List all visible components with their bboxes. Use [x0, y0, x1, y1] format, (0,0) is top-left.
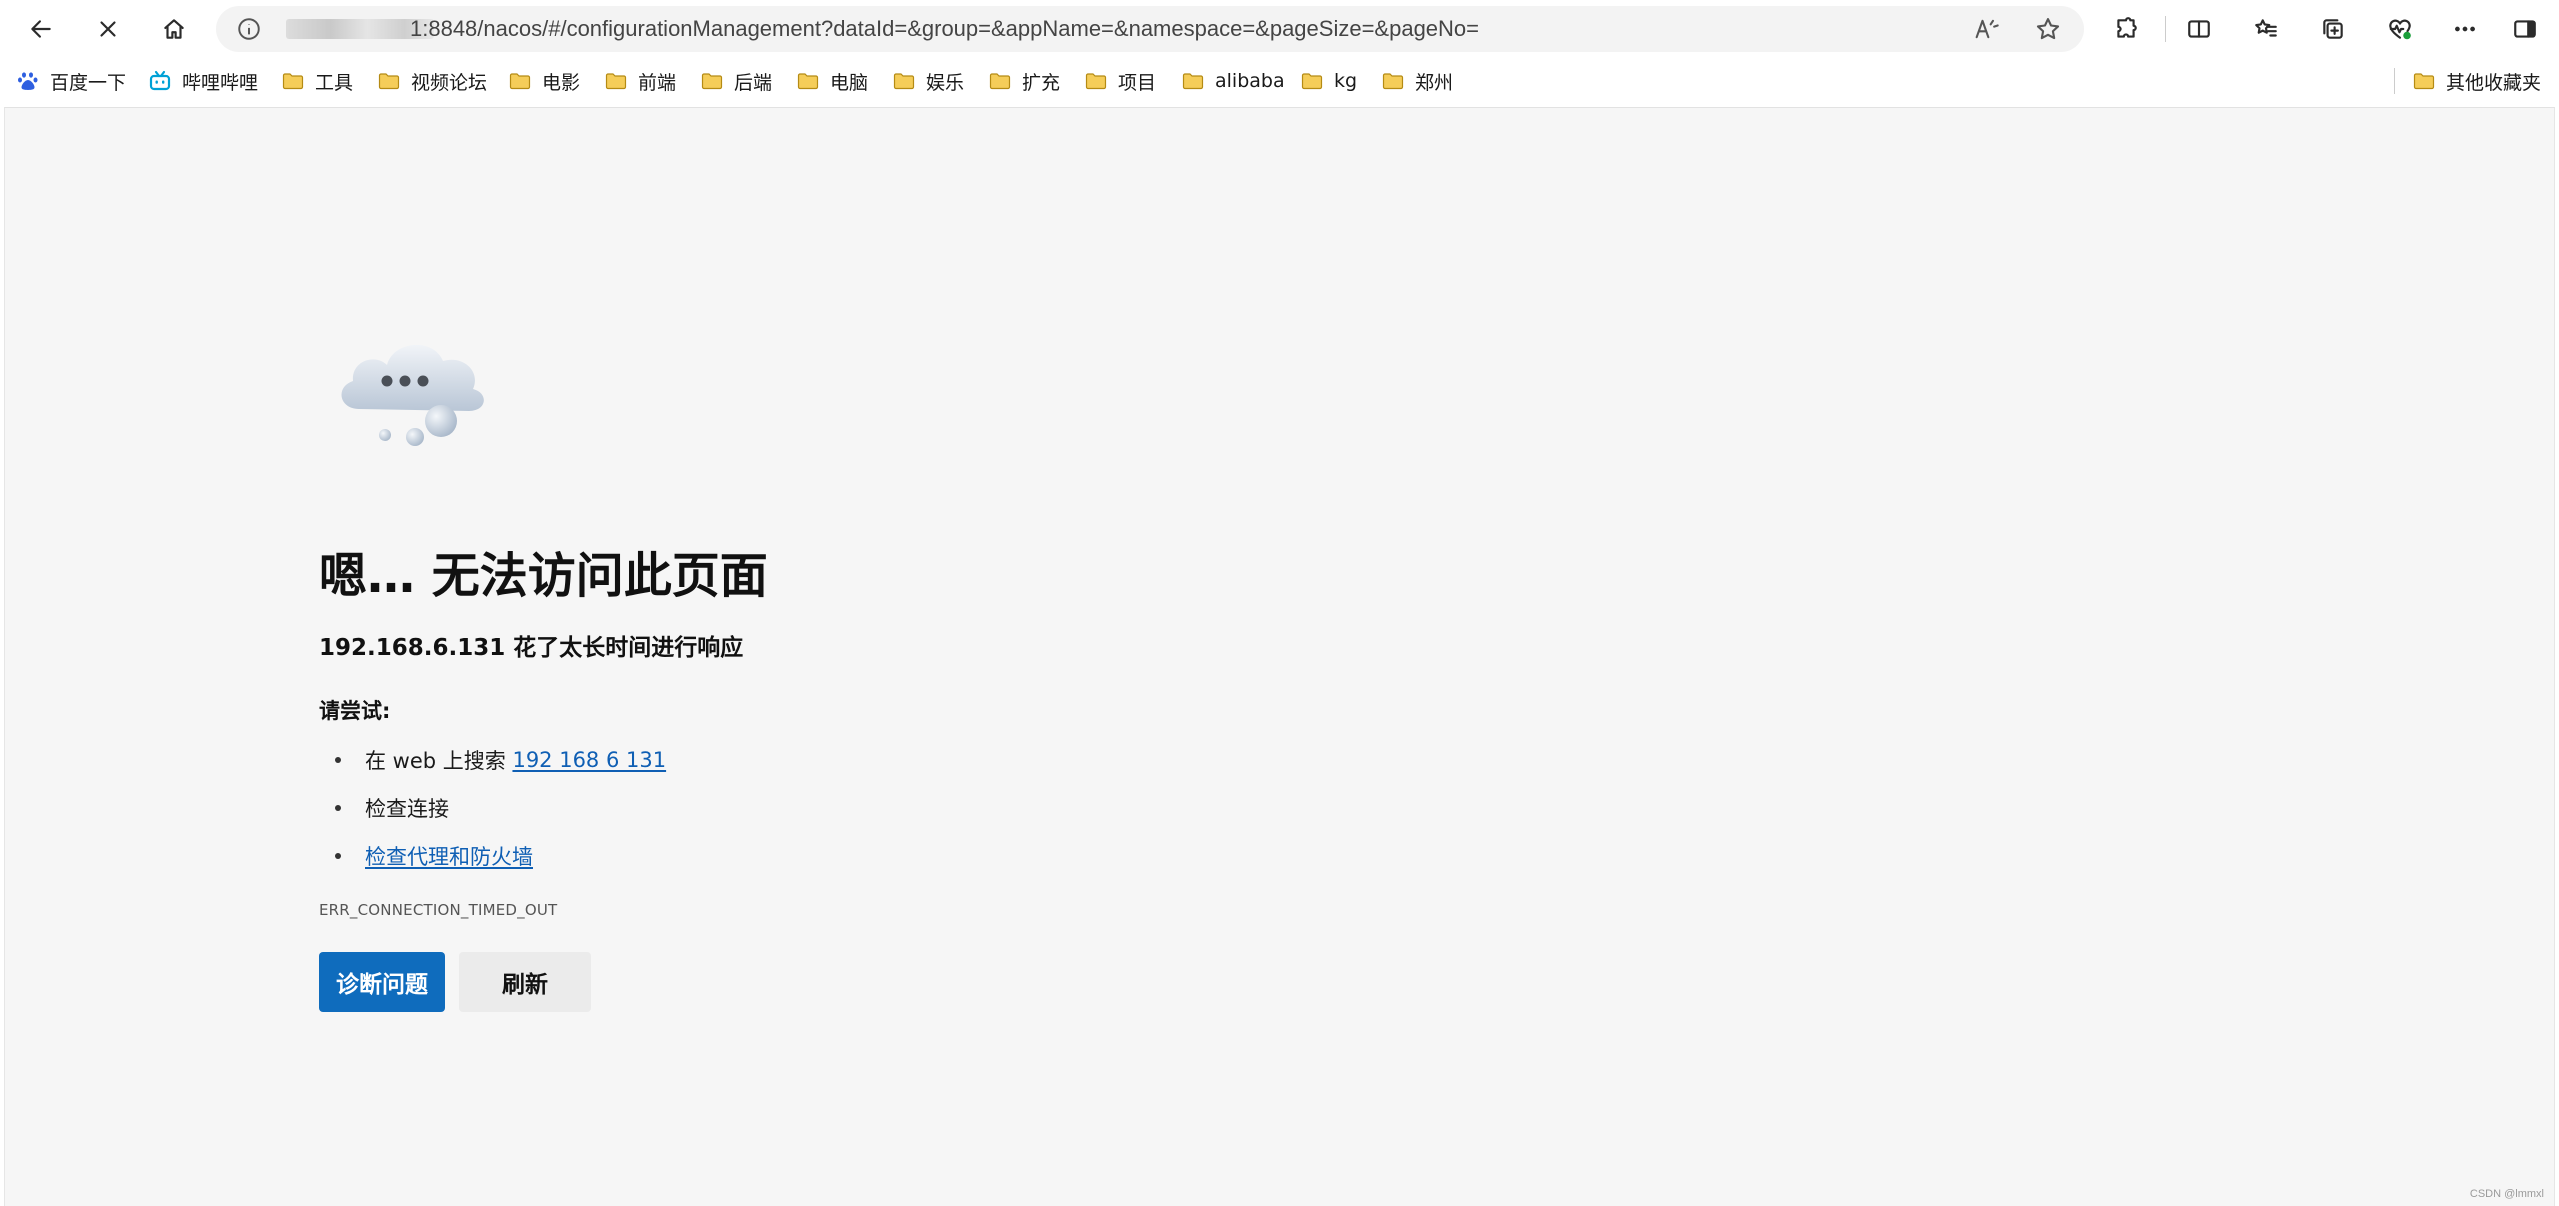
split-screen-icon [2188, 20, 2210, 38]
bookmarks-divider [2394, 68, 2395, 94]
bookmark-label: 前端 [638, 71, 677, 94]
error-code: ERR_CONNECTION_TIMED_OUT [319, 901, 558, 919]
bookmark-label: kg [1334, 70, 1358, 92]
sidebar-icon [2514, 20, 2536, 38]
bullet [335, 853, 341, 859]
bookmark-label: 扩充 [1022, 71, 1061, 94]
suggestion-search-text: 在 web 上搜索 [365, 749, 513, 773]
bookmark-folder-alibaba[interactable]: alibaba [1181, 66, 1285, 96]
folder-icon [1300, 69, 1324, 93]
diagnose-button[interactable]: 诊断问题 [319, 952, 445, 1012]
bookmarks-bar: 百度一下 哔哩哔哩 工具 视频论坛 电影 前端 后端 电脑 娱乐 扩充 项目 a… [0, 58, 2559, 105]
error-headline: 嗯… 无法访问此页面 [319, 548, 768, 604]
bookmark-folder-extend[interactable]: 扩充 [988, 66, 1060, 96]
read-aloud-icon[interactable] [1972, 15, 2000, 43]
collections-button[interactable] [2313, 9, 2353, 49]
search-web-link[interactable]: 192 168 6 131 [512, 748, 666, 772]
bookmark-label: 娱乐 [926, 71, 965, 94]
bookmark-folder-movies[interactable]: 电影 [508, 66, 580, 96]
extensions-button[interactable] [2106, 9, 2146, 49]
suggestion-search: 在 web 上搜索 192 168 6 131 [319, 745, 666, 775]
bookmark-label: 其他收藏夹 [2446, 71, 2542, 94]
bilibili-icon [148, 69, 172, 93]
bookmark-other-favorites[interactable]: 其他收藏夹 [2412, 66, 2541, 96]
bookmark-folder-entertainment[interactable]: 娱乐 [892, 66, 964, 96]
bookmark-label: 工具 [315, 71, 354, 94]
favorites-button[interactable] [2246, 9, 2286, 49]
suggestion-proxy: 检查代理和防火墙 [319, 841, 533, 871]
split-screen-button[interactable] [2179, 9, 2219, 49]
bookmark-bilibili[interactable]: 哔哩哔哩 [148, 66, 258, 96]
browser-essentials-button[interactable] [2380, 9, 2420, 49]
bookmark-label: 后端 [734, 71, 773, 94]
folder-icon [892, 69, 916, 93]
refresh-button[interactable]: 刷新 [459, 952, 591, 1012]
folder-icon [377, 69, 401, 93]
url-text[interactable]: 1:8848/nacos/#/configurationManagement?d… [410, 16, 1479, 42]
collections-icon [2323, 19, 2343, 39]
baidu-icon [16, 69, 40, 93]
watermark: CSDN @lmmxl [2469, 1188, 2544, 1200]
bookmark-folder-projects[interactable]: 项目 [1084, 66, 1156, 96]
folder-icon [1084, 69, 1108, 93]
bookmark-folder-video-forum[interactable]: 视频论坛 [377, 66, 487, 96]
error-page: 嗯… 无法访问此页面 192.168.6.131 花了太长时间进行响应 请尝试:… [4, 107, 2555, 1206]
bookmark-folder-tools[interactable]: 工具 [281, 66, 353, 96]
bookmark-folder-frontend[interactable]: 前端 [604, 66, 676, 96]
bookmark-label: alibaba [1215, 70, 1285, 92]
error-subtitle: 192.168.6.131 花了太长时间进行响应 [319, 635, 744, 661]
bookmark-folder-computer[interactable]: 电脑 [796, 66, 868, 96]
browser-toolbar: 1:8848/nacos/#/configurationManagement?d… [0, 0, 2559, 58]
folder-icon [2412, 69, 2436, 93]
toolbar-divider [2165, 16, 2166, 42]
try-label: 请尝试: [319, 699, 391, 723]
bookmark-label: 电脑 [830, 71, 869, 94]
site-info-icon[interactable] [236, 16, 262, 42]
bookmark-label: 电影 [542, 71, 581, 94]
address-bar[interactable]: 1:8848/nacos/#/configurationManagement?d… [216, 6, 2084, 52]
folder-icon [988, 69, 1012, 93]
folder-icon [700, 69, 724, 93]
bookmark-label: 视频论坛 [411, 71, 488, 94]
more-menu-button[interactable] [2445, 9, 2485, 49]
suggestion-check-text: 检查连接 [365, 797, 449, 821]
bookmark-folder-backend[interactable]: 后端 [700, 66, 772, 96]
more-dots-icon [2455, 26, 2475, 32]
puzzle-icon [2117, 17, 2137, 38]
bookmark-baidu[interactable]: 百度一下 [16, 66, 126, 96]
home-button[interactable] [154, 9, 194, 49]
heart-pulse-icon [2389, 19, 2411, 40]
bookmark-label: 哔哩哔哩 [182, 71, 259, 94]
favorites-list-icon [2255, 19, 2277, 37]
back-arrow-icon [31, 20, 51, 38]
bookmark-folder-zhengzhou[interactable]: 郑州 [1381, 66, 1453, 96]
folder-icon [508, 69, 532, 93]
folder-icon [281, 69, 305, 93]
bullet [335, 805, 341, 811]
bookmark-label: 百度一下 [50, 71, 127, 94]
folder-icon [796, 69, 820, 93]
sidebar-toggle-button[interactable] [2505, 9, 2545, 49]
bullet [335, 757, 341, 763]
stop-loading-button[interactable] [88, 9, 128, 49]
bookmark-folder-kg[interactable]: kg [1300, 66, 1357, 96]
favorite-star-icon[interactable] [2034, 15, 2062, 43]
check-proxy-firewall-link[interactable]: 检查代理和防火墙 [365, 841, 533, 871]
cloud-error-icon [341, 344, 484, 446]
bookmark-label: 项目 [1118, 71, 1157, 94]
bookmark-label: 郑州 [1415, 71, 1454, 94]
home-icon [164, 19, 184, 39]
close-icon [100, 21, 116, 37]
suggestion-check-connection: 检查连接 [319, 793, 449, 823]
folder-icon [1381, 69, 1405, 93]
folder-icon [604, 69, 628, 93]
folder-icon [1181, 69, 1205, 93]
back-button[interactable] [21, 9, 61, 49]
